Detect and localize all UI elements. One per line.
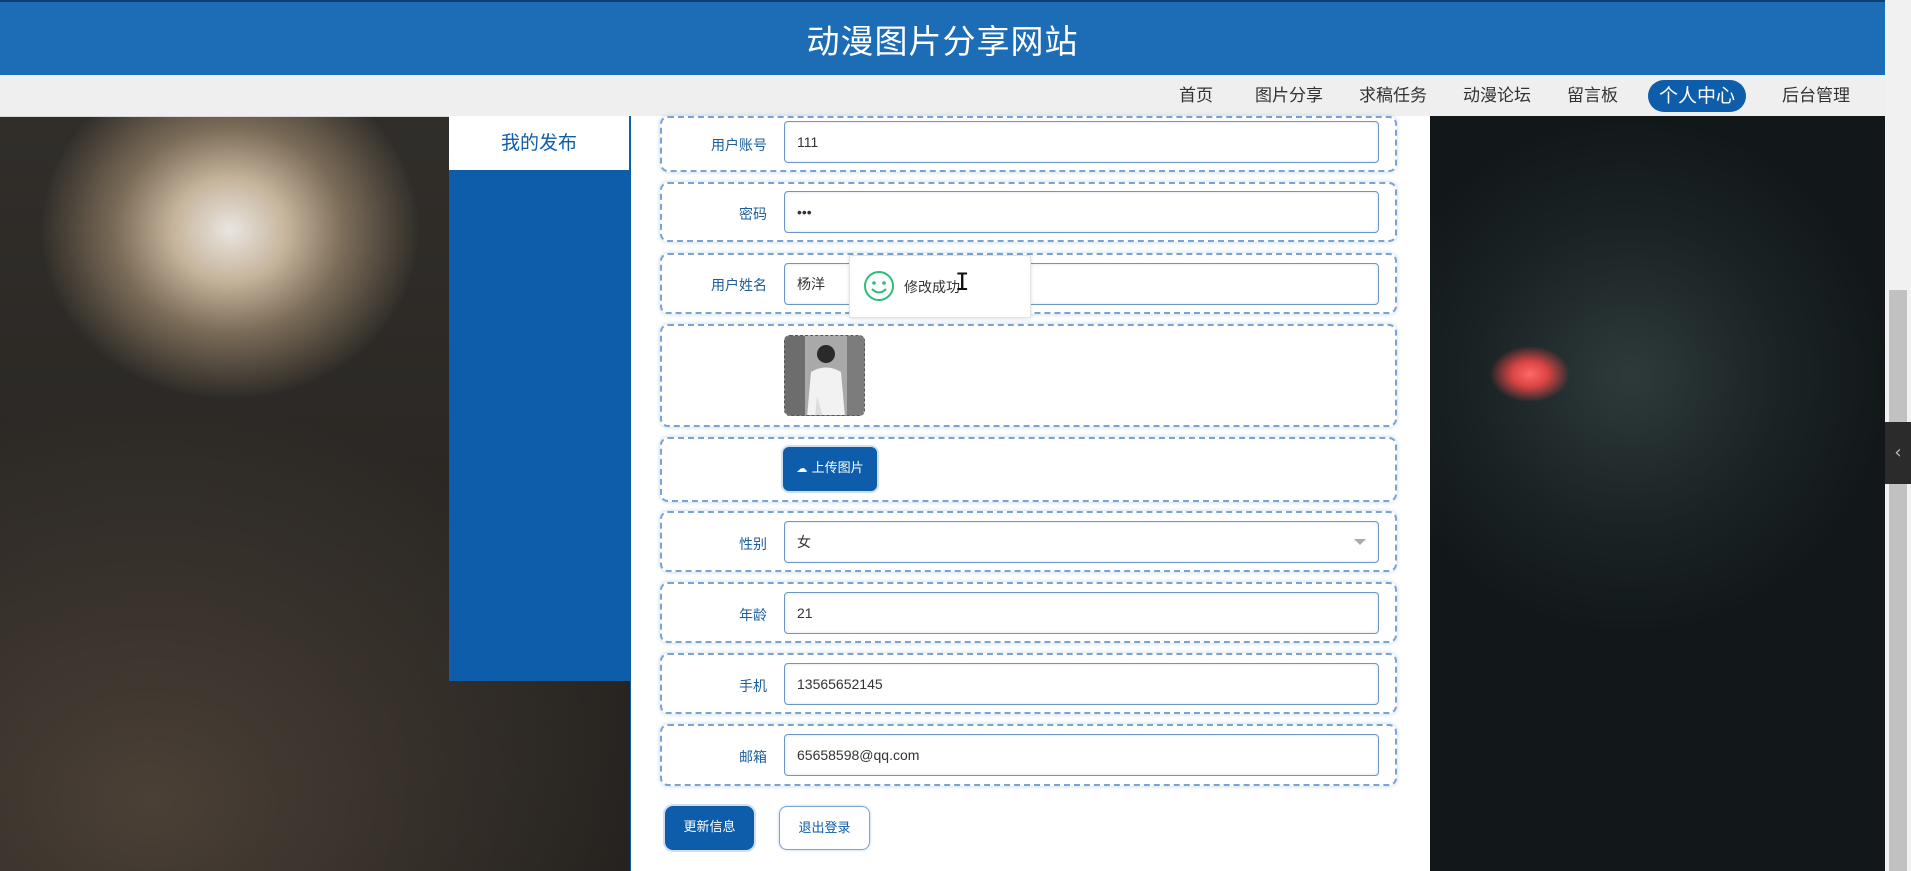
- text-cursor-icon: I: [955, 268, 970, 296]
- nav-message-board[interactable]: 留言板: [1559, 80, 1626, 112]
- smile-icon: [864, 271, 894, 301]
- password-input[interactable]: •••: [784, 191, 1379, 233]
- main-nav: 首页 图片分享 求稿任务 动漫论坛 留言板 个人中心 后台管理: [0, 75, 1885, 117]
- sidebar: 我的发布: [449, 116, 631, 681]
- nav-admin[interactable]: 后台管理: [1774, 80, 1858, 112]
- form-row-email: 邮箱 65658598@qq.com: [660, 724, 1397, 786]
- chevron-down-icon: [1354, 539, 1366, 545]
- gender-select[interactable]: 女: [784, 521, 1379, 563]
- form-row-gender: 性别 女: [660, 511, 1397, 572]
- sidebar-item-my-posts[interactable]: 我的发布: [449, 116, 631, 170]
- update-info-button[interactable]: 更新信息: [665, 806, 754, 850]
- form-row-account: 用户账号 111: [660, 116, 1397, 172]
- account-input[interactable]: 111: [784, 121, 1379, 163]
- phone-label: 手机: [739, 679, 767, 695]
- age-input[interactable]: 21: [784, 592, 1379, 634]
- name-label: 用户姓名: [711, 278, 767, 294]
- password-label: 密码: [739, 207, 767, 223]
- upload-image-button[interactable]: ☁ 上传图片: [783, 447, 877, 491]
- avatar-preview[interactable]: [784, 335, 865, 416]
- form-row-avatar: [660, 324, 1397, 427]
- success-toast: 修改成功: [849, 255, 1031, 318]
- age-label: 年龄: [739, 608, 767, 624]
- form-row-age: 年龄 21: [660, 582, 1397, 643]
- form-row-phone: 手机 13565652145: [660, 653, 1397, 714]
- gender-value: 女: [797, 534, 811, 550]
- form-row-upload: [660, 437, 1397, 502]
- nav-request-tasks[interactable]: 求稿任务: [1351, 80, 1435, 112]
- nav-anime-forum[interactable]: 动漫论坛: [1455, 80, 1539, 112]
- gender-label: 性别: [739, 537, 767, 553]
- nav-home[interactable]: 首页: [1171, 80, 1221, 112]
- upload-label: 上传图片: [811, 461, 864, 476]
- account-label: 用户账号: [711, 138, 767, 154]
- email-label: 邮箱: [739, 750, 767, 766]
- toast-message: 修改成功: [904, 279, 960, 295]
- form-row-password: 密码 •••: [660, 182, 1397, 242]
- chevron-left-icon[interactable]: ‹: [1885, 422, 1911, 484]
- scrollbar-thumb[interactable]: [1889, 290, 1907, 871]
- avatar-image: [785, 336, 864, 415]
- site-title: 动漫图片分享网站: [806, 21, 1079, 61]
- nav-image-share[interactable]: 图片分享: [1247, 80, 1331, 112]
- background-image-right: [1430, 116, 1885, 871]
- nav-personal-center[interactable]: 个人中心: [1648, 80, 1747, 112]
- logout-button[interactable]: 退出登录: [779, 806, 870, 850]
- email-input[interactable]: 65658598@qq.com: [784, 734, 1379, 776]
- site-header: 动漫图片分享网站: [0, 0, 1885, 75]
- phone-input[interactable]: 13565652145: [784, 663, 1379, 705]
- cloud-upload-icon: ☁: [796, 462, 808, 475]
